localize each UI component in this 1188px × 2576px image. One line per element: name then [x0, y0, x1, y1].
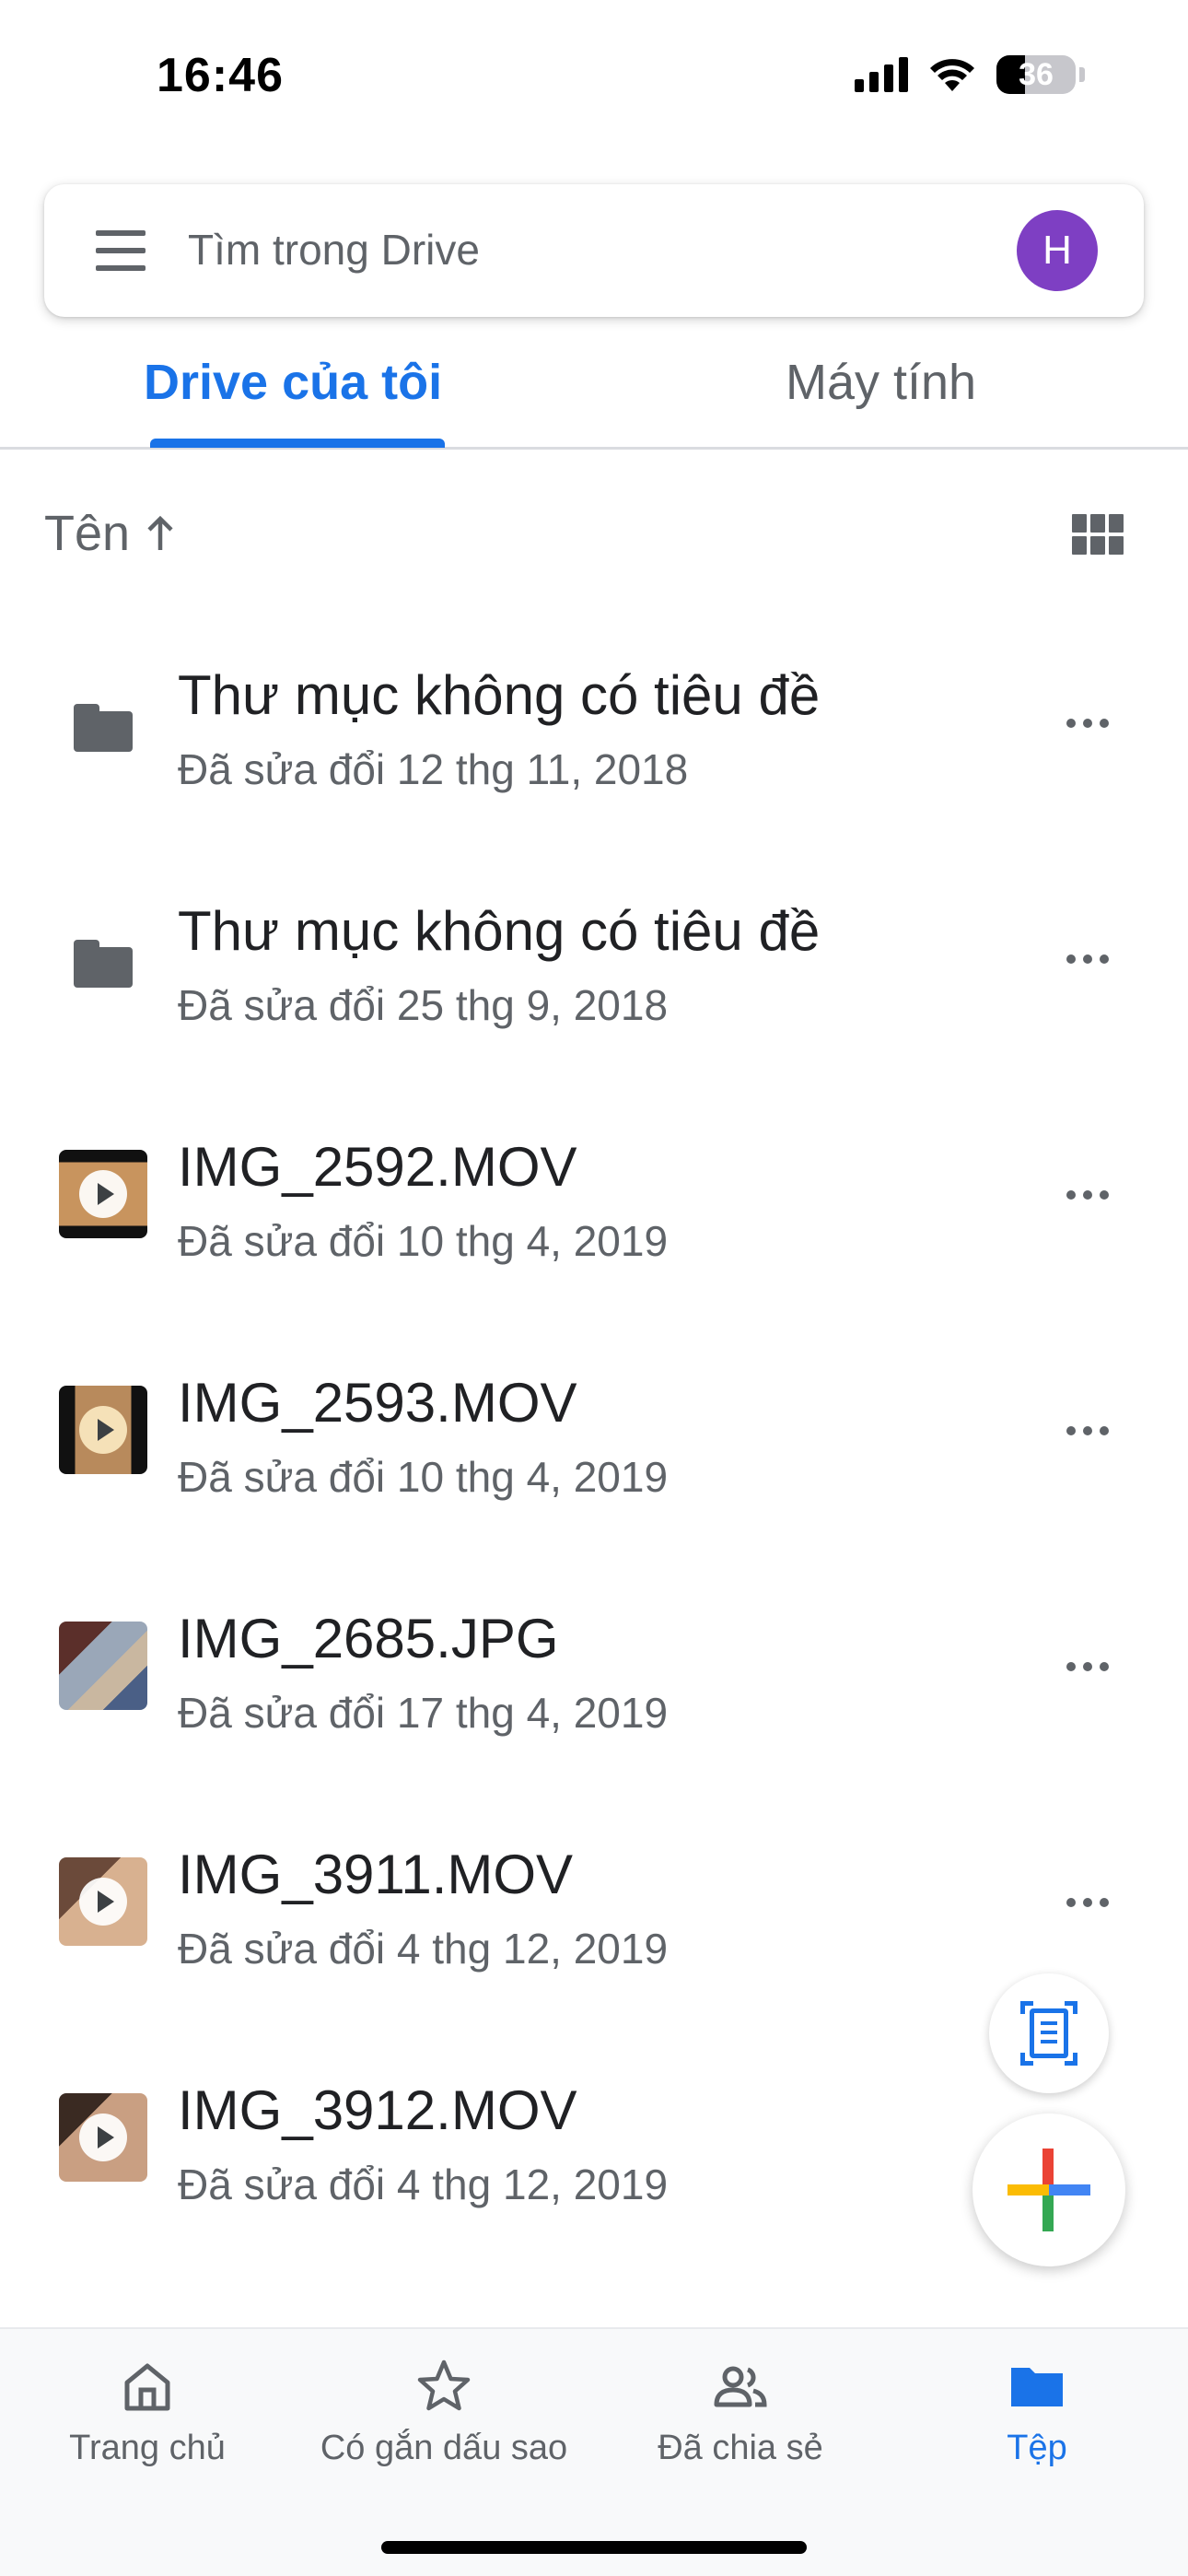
file-name: Thư mục không có tiêu đề [178, 900, 821, 962]
scan-document-button[interactable] [989, 1973, 1109, 2093]
scan-corner [1020, 2001, 1033, 2014]
drive-tabs: Drive của tôi Máy tính [0, 332, 1188, 450]
scan-corner [1020, 2053, 1033, 2066]
file-name: IMG_2685.JPG [178, 1608, 559, 1669]
tab-computers[interactable]: Máy tính [786, 354, 976, 411]
avatar[interactable]: H [1017, 210, 1098, 291]
list-item[interactable]: IMG_2685.JPG Đã sửa đổi 17 thg 4, 2019 [0, 1559, 1188, 1795]
folder-icon [74, 704, 133, 752]
battery-tip [1079, 67, 1085, 82]
list-item[interactable]: IMG_2592.MOV Đã sửa đổi 10 thg 4, 2019 [0, 1087, 1188, 1323]
status-time: 16:46 [157, 49, 284, 102]
nav-label: Có gắn dấu sao [320, 2429, 568, 2467]
arrow-up-icon [147, 515, 173, 550]
file-modified-date: Đã sửa đổi 4 thg 12, 2019 [178, 1925, 669, 1973]
file-name: IMG_3911.MOV [178, 1844, 574, 1905]
play-icon [79, 2113, 127, 2161]
nav-item-starred[interactable]: Có gắn dấu sao [297, 2357, 591, 2468]
video-thumbnail [59, 2093, 147, 2182]
scan-icon [1030, 2008, 1068, 2058]
more-options-icon[interactable] [1066, 1190, 1109, 1200]
folder-icon [1011, 2368, 1063, 2406]
grid-view-icon[interactable] [1072, 514, 1124, 556]
file-name: IMG_2593.MOV [178, 1372, 577, 1434]
new-button[interactable] [973, 2113, 1125, 2266]
video-thumbnail [59, 1150, 147, 1238]
scan-corner [1065, 2001, 1077, 2014]
more-options-icon[interactable] [1066, 1662, 1109, 1671]
file-name: IMG_3912.MOV [178, 2079, 577, 2141]
nav-label: Đã chia sẻ [658, 2429, 823, 2467]
more-options-icon[interactable] [1066, 954, 1109, 964]
file-modified-date: Đã sửa đổi 10 thg 4, 2019 [178, 1453, 669, 1501]
home-indicator [381, 2541, 807, 2554]
more-options-icon[interactable] [1066, 1426, 1109, 1435]
list-item[interactable]: Thư mục không có tiêu đề Đã sửa đổi 25 t… [0, 851, 1188, 1087]
file-modified-date: Đã sửa đổi 4 thg 12, 2019 [178, 2160, 669, 2208]
video-thumbnail [59, 1386, 147, 1474]
file-modified-date: Đã sửa đổi 17 thg 4, 2019 [178, 1689, 669, 1737]
more-options-icon[interactable] [1066, 719, 1109, 728]
battery-percent: 36 [1019, 57, 1054, 92]
image-thumbnail [59, 1622, 147, 1710]
active-tab-indicator [150, 439, 445, 448]
sort-by-name-button[interactable]: Tên [44, 505, 177, 562]
nav-item-shared[interactable]: Đã chia sẻ [593, 2357, 888, 2468]
play-icon [79, 1170, 127, 1218]
nav-label: Tệp [1007, 2429, 1067, 2467]
list-item[interactable]: IMG_2593.MOV Đã sửa đổi 10 thg 4, 2019 [0, 1323, 1188, 1559]
tab-my-drive[interactable]: Drive của tôi [144, 354, 442, 411]
star-icon [417, 2359, 471, 2411]
file-modified-date: Đã sửa đổi 12 thg 11, 2018 [178, 745, 689, 793]
search-bar[interactable]: Tìm trong Drive H [44, 184, 1144, 317]
play-icon [79, 1406, 127, 1454]
home-icon [124, 2363, 170, 2411]
battery-icon: 36 [996, 55, 1076, 94]
bottom-navigation: Trang chủ Có gắn dấu sao Đã chia sẻ Tệp [0, 2327, 1188, 2576]
shared-people-icon [714, 2366, 767, 2407]
play-icon [79, 1878, 127, 1926]
cellular-signal-icon [855, 57, 908, 92]
more-options-icon[interactable] [1066, 1898, 1109, 1907]
file-modified-date: Đã sửa đổi 25 thg 9, 2018 [178, 981, 669, 1029]
video-thumbnail [59, 1857, 147, 1946]
file-modified-date: Đã sửa đổi 10 thg 4, 2019 [178, 1217, 669, 1265]
nav-label: Trang chủ [69, 2429, 226, 2467]
menu-icon[interactable] [96, 230, 146, 271]
scan-corner [1065, 2053, 1077, 2066]
sort-label: Tên [44, 506, 131, 561]
file-name: IMG_2592.MOV [178, 1136, 577, 1198]
folder-icon [74, 940, 133, 988]
status-icons: 36 [855, 55, 1085, 94]
nav-item-home[interactable]: Trang chủ [0, 2357, 295, 2468]
nav-item-files[interactable]: Tệp [890, 2357, 1184, 2468]
file-name: Thư mục không có tiêu đề [178, 664, 821, 726]
wifi-icon [930, 59, 974, 91]
search-input[interactable]: Tìm trong Drive [188, 225, 480, 275]
list-item[interactable]: Thư mục không có tiêu đề Đã sửa đổi 12 t… [0, 615, 1188, 851]
